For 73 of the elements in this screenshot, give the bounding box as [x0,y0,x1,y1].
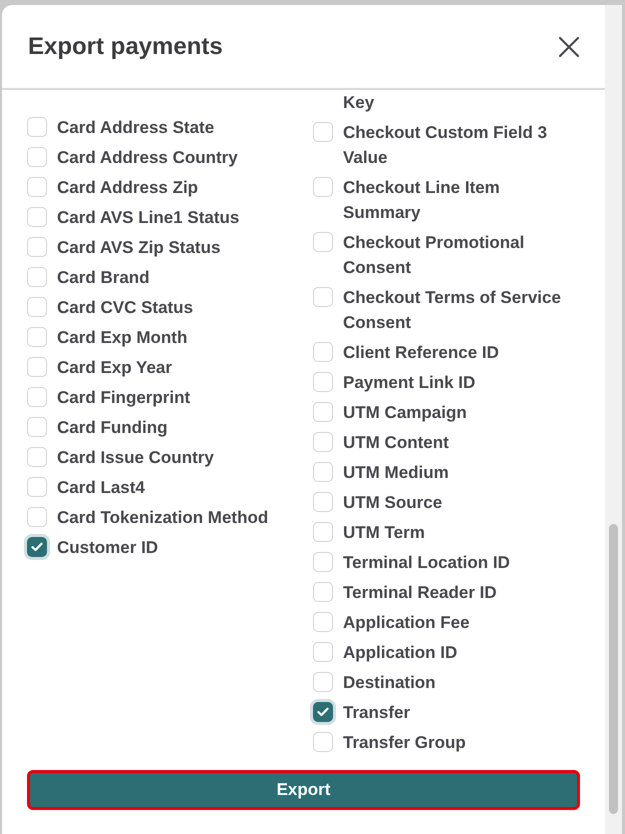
checkbox[interactable] [27,117,47,137]
scrollbar[interactable] [605,5,622,834]
checkbox[interactable] [313,402,333,422]
checkbox[interactable] [313,287,333,307]
checkbox[interactable] [313,232,333,252]
option-label: Transfer Group [343,732,466,754]
option-label: UTM Campaign [343,402,467,424]
option-label: Card Brand [57,267,150,289]
checkbox[interactable] [313,702,333,722]
checkbox[interactable] [27,417,47,437]
checkbox[interactable] [313,372,333,392]
option-label: Destination [343,672,436,694]
checkbox[interactable] [27,477,47,497]
checkbox[interactable] [313,732,333,752]
option-label: Card CVC Status [57,297,194,319]
checkbox[interactable] [27,237,47,257]
checkbox[interactable] [27,537,47,557]
option-label: Checkout Line Item Summary [343,177,501,224]
dialog-title: Export payments [28,32,223,62]
checkbox[interactable] [313,552,333,572]
option-label: Checkout Promotional Consent [343,232,526,279]
option-label: UTM Term [343,522,425,544]
option-label: Terminal Location ID [343,552,510,574]
close-icon[interactable] [557,34,581,58]
checkbox[interactable] [27,177,47,197]
option-label: Transfer [343,702,410,724]
option-label: Card Address Zip [57,177,198,199]
option-label: Application Fee [343,612,470,634]
checkmark-icon [31,542,43,552]
checkbox[interactable] [313,432,333,452]
checkbox[interactable] [27,507,47,527]
checkbox[interactable] [313,672,333,692]
option-label: Customer ID [57,537,158,559]
option-label: Card AVS Zip Status [57,237,220,259]
checkbox[interactable] [313,177,333,197]
checkbox[interactable] [27,207,47,227]
option-label: UTM Content [343,432,449,454]
option-label: Card AVS Line1 Status [57,207,240,229]
checkbox[interactable] [27,447,47,467]
option-label: Card Issue Country [57,447,214,469]
export-button[interactable]: Export [27,770,580,810]
option-label: Card Tokenization Method [57,507,268,529]
option-label: Card Exp Year [57,357,172,379]
checkbox[interactable] [27,297,47,317]
option-label: UTM Medium [343,462,449,484]
option-label: UTM Source [343,492,442,514]
option-label: Card Fingerprint [57,387,190,409]
checkbox[interactable] [313,582,333,602]
option-label: Card Funding [57,417,168,439]
checkbox[interactable] [27,267,47,287]
checkbox[interactable] [313,122,333,142]
option-label: Card Exp Month [57,327,188,349]
checkbox[interactable] [313,642,333,662]
option-label: Checkout Custom Field 3 Value [343,122,548,169]
checkbox[interactable] [27,327,47,347]
checkmark-icon [317,707,329,717]
option-label: Terminal Reader ID [343,582,497,604]
option-label: Checkout Terms of Service Consent [343,287,562,334]
option-label: Card Last4 [57,477,145,499]
checkbox[interactable] [313,522,333,542]
option-label: Card Address State [57,117,214,139]
option-label: Key [343,92,374,114]
option-label: Client Reference ID [343,342,499,364]
checkbox[interactable] [27,387,47,407]
checkbox[interactable] [313,462,333,482]
option-label: Payment Link ID [343,372,476,394]
option-label: Application ID [343,642,458,664]
checkbox[interactable] [313,342,333,362]
option-label: Card Address Country [57,147,238,169]
checkbox[interactable] [27,357,47,377]
checkbox[interactable] [27,147,47,167]
checkbox[interactable] [313,492,333,512]
checkbox[interactable] [313,612,333,632]
